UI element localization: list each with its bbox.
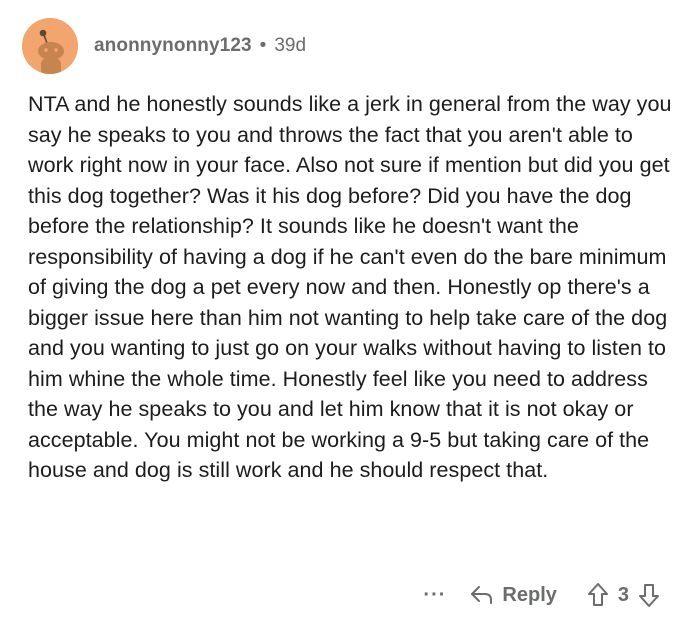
comment-age: 39d bbox=[274, 35, 307, 56]
meta-separator: • bbox=[259, 35, 267, 56]
reply-arrow-icon bbox=[470, 584, 494, 606]
comment-body: NTA and he honestly sounds like a jerk i… bbox=[28, 92, 672, 482]
comment: anonnynonny123 • 39d NTA and he honestly… bbox=[0, 0, 700, 621]
vote-count: 3 bbox=[617, 583, 629, 606]
upvote-arrow-icon[interactable] bbox=[587, 582, 609, 608]
downvote-arrow-icon[interactable] bbox=[638, 582, 660, 608]
comment-actions: ··· Reply 3 bbox=[423, 578, 660, 612]
more-options-button[interactable]: ··· bbox=[423, 584, 446, 607]
reply-label: Reply bbox=[502, 583, 557, 606]
comment-header: anonnynonny123 • 39d bbox=[22, 18, 306, 74]
reddit-snoo-avatar-icon bbox=[22, 18, 78, 74]
reply-button[interactable]: Reply bbox=[470, 583, 557, 607]
username[interactable]: anonnynonny123 bbox=[94, 35, 252, 57]
user-avatar[interactable] bbox=[22, 18, 78, 74]
vote-controls: 3 bbox=[587, 582, 660, 608]
